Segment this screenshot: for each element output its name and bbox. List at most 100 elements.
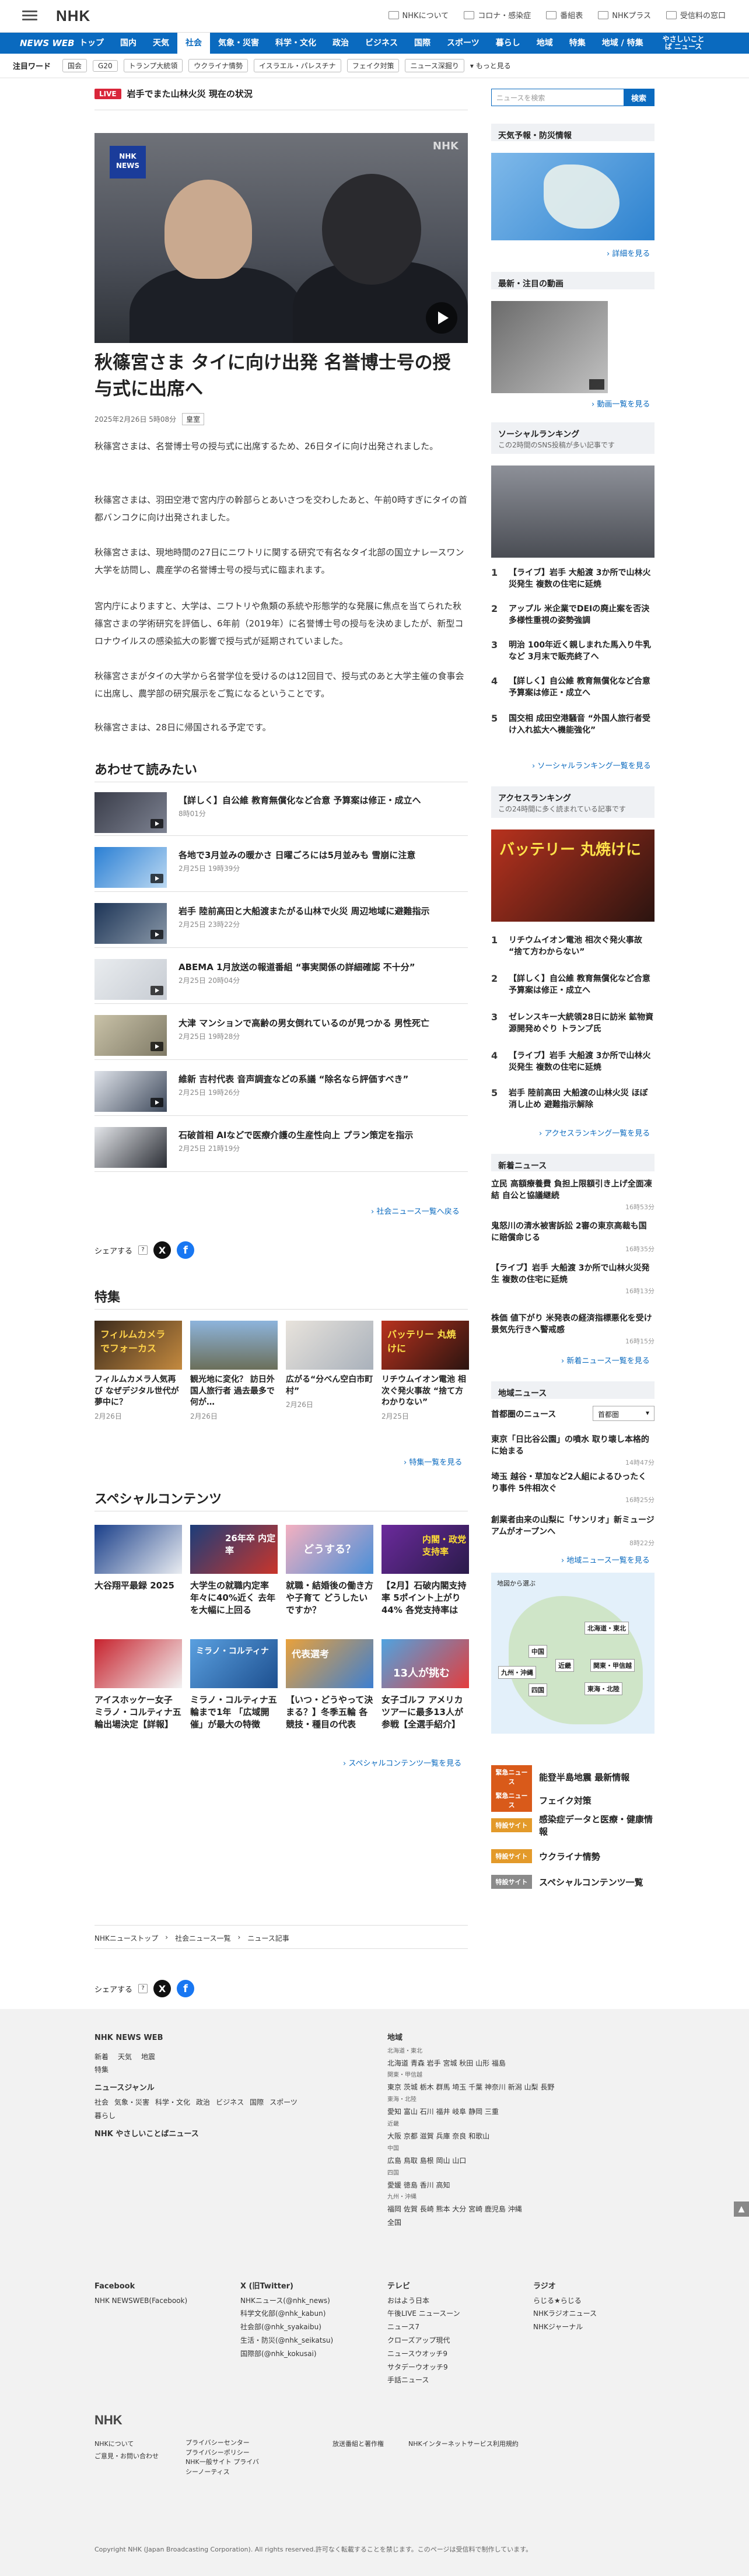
nhk-logo[interactable]: NHK: [56, 7, 90, 25]
footer-region-links[interactable]: 全国: [387, 2216, 656, 2230]
nav-local-feature[interactable]: 地域 / 特集: [594, 33, 652, 54]
region-button[interactable]: 北海道・東北: [584, 1622, 629, 1634]
latest-more-link[interactable]: › 新着ニュース一覧を見る: [561, 1354, 650, 1366]
feature-card[interactable]: バッテリー 丸焼けに リチウムイオン電池 相次ぐ発火事故 “捨て方わかりない” …: [382, 1321, 469, 1421]
special-card[interactable]: 26年卒 内定率 大学生の就職内定率 年々に40%近く 去年を大幅に上回る: [190, 1525, 278, 1616]
nav-politics[interactable]: 政治: [324, 33, 357, 54]
special-card[interactable]: ミラノ・コルティナ ミラノ・コルティナ五輪まで1年 「広域開催」が最大の特徴: [190, 1639, 278, 1731]
footer-link[interactable]: スポーツ: [270, 2096, 298, 2109]
footer-link[interactable]: 国際: [250, 2096, 264, 2109]
hot-tag[interactable]: ニュース深掘り: [405, 59, 464, 72]
footer-link[interactable]: プライバシーセンター: [186, 2438, 261, 2448]
footer-link[interactable]: 気象・災害: [114, 2096, 149, 2109]
facebook-share-icon[interactable]: f: [177, 1241, 195, 1259]
related-item[interactable]: 維新 吉村代表 音声調査などの系議 “除名なら評価すべき” 2月25日 19時2…: [94, 1068, 468, 1113]
social-more-link[interactable]: › ソーシャルランキング一覧を見る: [532, 760, 651, 771]
top-link-fee[interactable]: 受信料の窓口: [666, 9, 726, 20]
x-share-icon[interactable]: X: [153, 1241, 172, 1259]
footer-link[interactable]: NHKラジオニュース: [533, 2307, 597, 2320]
local-item[interactable]: 創業者由来の山梨に「サンリオ」新ミュージアムがオープンへ 8時22分: [491, 1514, 654, 1548]
hot-tag[interactable]: イスラエル・パレスチナ: [254, 59, 341, 72]
footer-link[interactable]: 科学文化部(@nhk_kabun): [240, 2307, 333, 2320]
footer-easy-news[interactable]: NHK やさしいことばニュース: [94, 2127, 328, 2142]
feature-card[interactable]: 広がる“分べん空白市町村” 2月26日: [286, 1321, 373, 1409]
nav-sports[interactable]: スポーツ: [439, 33, 488, 54]
hot-tag[interactable]: フェイク対策: [346, 59, 400, 72]
video-thumb[interactable]: [491, 301, 608, 393]
footer-region-links[interactable]: 北海道 青森 岩手 宮城 秋田 山形 福島: [387, 2057, 656, 2070]
region-button[interactable]: 関東・甲信越: [590, 1659, 635, 1672]
related-item[interactable]: 各地で3月並みの暖かさ 日曜ごろには5月並みも 雪崩に注意 2月25日 19時3…: [94, 844, 468, 889]
search-input[interactable]: ニュースを検索: [492, 89, 624, 106]
top-link-plus[interactable]: NHKプラス: [598, 9, 651, 20]
help-icon[interactable]: ?: [138, 1984, 148, 1993]
region-button[interactable]: 東海・北陸: [584, 1682, 622, 1695]
nav-society[interactable]: 社会: [177, 33, 210, 54]
feature-list-link[interactable]: › 特集一覧を見る: [404, 1456, 462, 1467]
nav-feature[interactable]: 特集: [561, 33, 594, 54]
footer-link[interactable]: ご意見・お問い合わせ: [94, 2451, 159, 2463]
social-thumb[interactable]: [491, 466, 654, 558]
hot-tag[interactable]: ウクライナ情勢: [188, 59, 249, 72]
weather-more-link[interactable]: › 詳細を見る: [607, 247, 650, 258]
x-share-icon[interactable]: X: [153, 1980, 172, 1997]
special-card[interactable]: 代表選考 【いつ・どうやって決まる？】冬季五輪 各競技・種目の代表: [286, 1639, 373, 1731]
article-category[interactable]: 皇室: [182, 413, 205, 425]
nav-business[interactable]: ビジネス: [357, 33, 406, 54]
footer-link[interactable]: クローズアップ現代: [387, 2334, 460, 2347]
special-list-link[interactable]: › スペシャルコンテンツ一覧を見る: [343, 1757, 461, 1768]
footer-link[interactable]: 午後LIVE ニュースーン: [387, 2307, 460, 2320]
footer-link[interactable]: 政治: [196, 2096, 210, 2109]
special-card[interactable]: 内閣・政党 支持率 【2月】石破内閣支持率 5ポイント上がり44% 各党支持率は: [382, 1525, 469, 1616]
footer-link[interactable]: 特集: [94, 2063, 328, 2077]
footer-link[interactable]: ビジネス: [216, 2096, 244, 2109]
special-card[interactable]: 大谷翔平最録 2025: [94, 1525, 182, 1592]
footer-link[interactable]: らじる★らじる: [533, 2294, 597, 2308]
footer-link[interactable]: 科学・文化: [155, 2096, 190, 2109]
hot-more-link[interactable]: ▾ もっと見る: [470, 61, 511, 71]
pick-link[interactable]: 緊急ニュース フェイク対策: [491, 1788, 656, 1812]
society-list-link[interactable]: › 社会ニュース一覧へ戻る: [371, 1205, 460, 1216]
pick-link[interactable]: 特設サイト ウクライナ情勢: [491, 1849, 656, 1863]
footer-link[interactable]: 手話ニュース: [387, 2374, 460, 2387]
footer-link[interactable]: NHKジャーナル: [533, 2320, 597, 2334]
related-item[interactable]: 【詳しく】自公維 教育無償化など合意 予算案は修正・成立へ 8時01分: [94, 789, 468, 834]
live-banner[interactable]: LIVE 岩手でまた山林火災 現在の状況: [94, 88, 253, 100]
nav-life[interactable]: 暮らし: [488, 33, 528, 54]
footer-region-links[interactable]: 大阪 京都 滋賀 兵庫 奈良 和歌山: [387, 2130, 656, 2143]
top-link-corona[interactable]: コロナ・感染症: [464, 9, 531, 20]
region-button[interactable]: 近畿: [555, 1659, 574, 1672]
nav-top[interactable]: トップ: [71, 33, 112, 54]
footer-link[interactable]: おはよう日本: [387, 2294, 460, 2308]
footer-link[interactable]: NHKニュース(@nhk_news): [240, 2294, 333, 2308]
related-item[interactable]: 石破首相 AIなどで医療介護の生産性向上 プラン策定を指示 2月25日 21時1…: [94, 1124, 468, 1169]
help-icon[interactable]: ?: [138, 1245, 148, 1255]
footer-link[interactable]: ニュース7: [387, 2320, 460, 2334]
nav-international[interactable]: 国際: [406, 33, 439, 54]
pick-link[interactable]: 緊急ニュース 能登半島地震 最新情報: [491, 1765, 656, 1788]
related-item[interactable]: 大津 マンションで高齢の男女倒れているのが見つかる 男性死亡 2月25日 19時…: [94, 1012, 468, 1057]
breadcrumb-item[interactable]: NHKニューストップ: [94, 1933, 158, 1943]
feature-card[interactable]: 観光地に変化？ 訪日外国人旅行者 過去最多で何が… 2月26日: [190, 1321, 278, 1421]
footer-region-links[interactable]: 愛知 富山 石川 福井 岐阜 静岡 三重: [387, 2105, 656, 2119]
hero-video[interactable]: NHK NEWS NHK: [94, 133, 468, 343]
footer-link[interactable]: 生活・防災(@nhk_seikatsu): [240, 2334, 333, 2347]
footer-link[interactable]: 国際部(@nhk_kokusai): [240, 2347, 333, 2361]
region-button[interactable]: 四国: [528, 1684, 547, 1696]
latest-item[interactable]: 立民 高額療養費 負担上限額引き上げ全面凍結 自公と協議継続 16時53分: [491, 1178, 654, 1212]
special-card[interactable]: アイスホッケー女子 ミラノ・コルティナ五輪出場決定【詳報】: [94, 1639, 182, 1731]
region-button[interactable]: 九州・沖縄: [498, 1666, 536, 1679]
footer-link[interactable]: NHK NEWSWEB(Facebook): [94, 2294, 187, 2308]
footer-link[interactable]: 社会部(@nhk_syakaibu): [240, 2320, 333, 2334]
related-item[interactable]: 岩手 陸前高田と大船渡またがる山林で火災 周辺地域に避難指示 2月25日 23時…: [94, 900, 468, 945]
footer-link[interactable]: 社会: [94, 2096, 108, 2109]
footer-link[interactable]: NHKインターネットサービス利用規約: [408, 2438, 519, 2451]
breadcrumb-item[interactable]: 社会ニュース一覧: [175, 1933, 230, 1943]
footer-link[interactable]: ニュースウオッチ9: [387, 2347, 460, 2361]
special-card[interactable]: どうする？ 就職・結婚後の働き方や子育て どうしたいですか？: [286, 1525, 373, 1616]
footer-link[interactable]: 新着: [94, 2050, 108, 2064]
footer-link[interactable]: プライバシーポリシー: [186, 2448, 261, 2458]
footer-link[interactable]: サタデーウオッチ9: [387, 2361, 460, 2374]
footer-link[interactable]: 放送番組と著作権: [332, 2438, 384, 2451]
back-to-top-icon[interactable]: ▲: [734, 2202, 749, 2217]
